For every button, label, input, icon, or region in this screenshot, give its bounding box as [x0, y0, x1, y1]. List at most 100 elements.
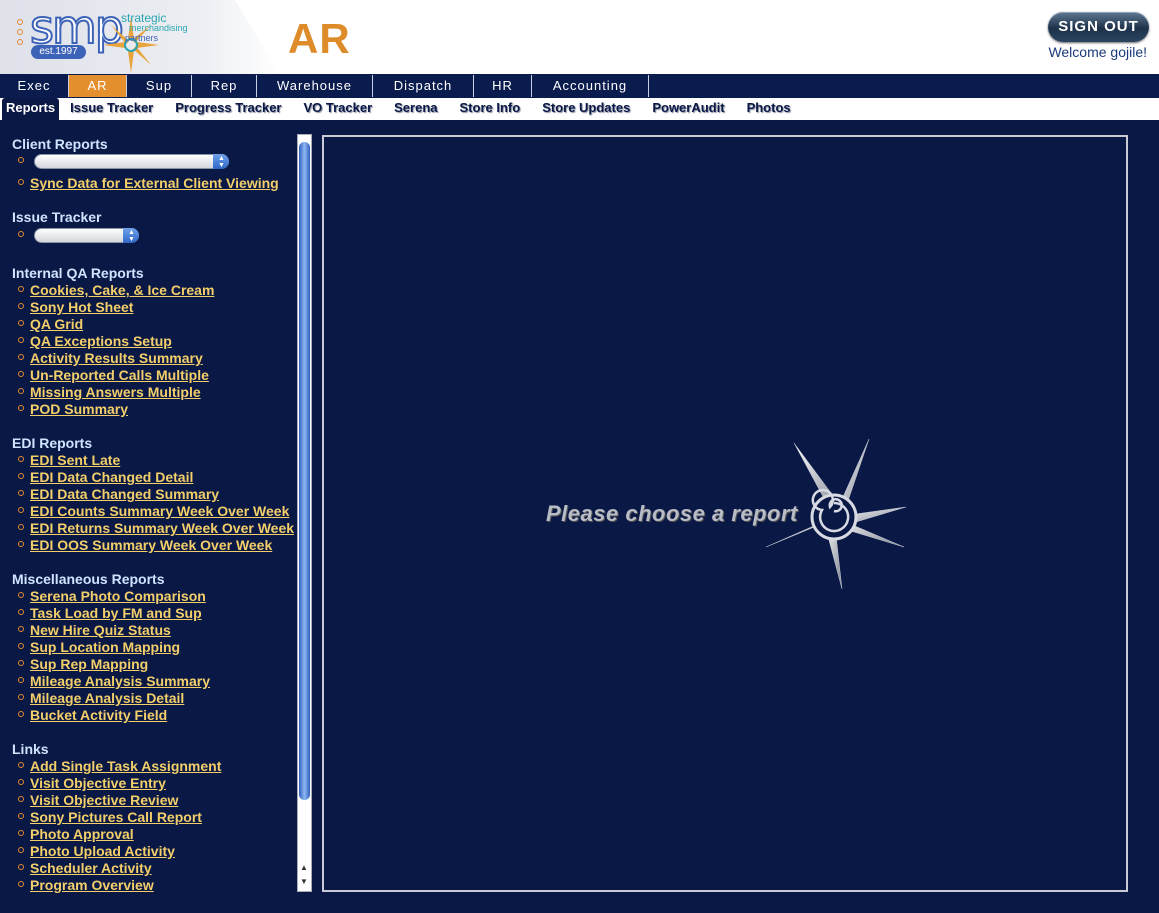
- tab-exec[interactable]: Exec: [0, 75, 69, 97]
- tab-warehouse[interactable]: Warehouse: [257, 75, 373, 97]
- subtab-progress-tracker[interactable]: Progress Tracker: [164, 98, 292, 120]
- sidebar-scrollbar[interactable]: ▲ ▼: [297, 134, 312, 892]
- subtab-issue-tracker[interactable]: Issue Tracker: [59, 98, 164, 120]
- bullet-icon: [18, 830, 24, 837]
- logo-line-3: partners: [125, 33, 159, 43]
- list-item: QA Exceptions Setup: [18, 333, 172, 350]
- bullet-icon: [18, 303, 24, 310]
- subtab-reports[interactable]: Reports: [2, 98, 60, 120]
- link-report[interactable]: POD Summary: [30, 401, 128, 417]
- tab-ar[interactable]: AR: [69, 75, 127, 97]
- link-report[interactable]: Un-Reported Calls Multiple: [30, 367, 209, 383]
- tab-sup[interactable]: Sup: [127, 75, 192, 97]
- bullet-icon: [18, 643, 24, 650]
- list-item: Scheduler Activity: [18, 860, 152, 877]
- link-report[interactable]: Task Load by FM and Sup: [30, 605, 202, 621]
- link-report[interactable]: Missing Answers Multiple: [30, 384, 201, 400]
- link-report[interactable]: EDI Sent Late: [30, 452, 120, 468]
- tab-accounting[interactable]: Accounting: [532, 75, 649, 97]
- section-title-misc-reports: Miscellaneous Reports: [12, 571, 165, 587]
- bullet-icon: [18, 711, 24, 718]
- link-report[interactable]: Sup Rep Mapping: [30, 656, 148, 672]
- select-arrows-icon: ▲ ▼: [123, 228, 140, 244]
- header: smp est.1997 strategic merchandising par…: [0, 0, 1159, 74]
- list-item: Program Overview: [18, 877, 154, 894]
- bullet-icon: [18, 626, 24, 633]
- link-report[interactable]: Bucket Activity Field: [30, 707, 167, 723]
- section-title-issue-tracker: Issue Tracker: [12, 209, 102, 225]
- list-item: Serena Photo Comparison: [18, 588, 206, 605]
- list-item: Sony Pictures Call Report: [18, 809, 202, 826]
- sign-out-button[interactable]: SIGN OUT: [1048, 12, 1149, 42]
- logo-line-1: strategic: [121, 11, 167, 25]
- link-sync-data[interactable]: Sync Data for External Client Viewing: [30, 175, 279, 191]
- bullet-icon: [18, 796, 24, 803]
- link-report[interactable]: Program Overview: [30, 877, 154, 893]
- scroll-down-arrow-icon[interactable]: ▼: [300, 877, 308, 886]
- issue-tracker-select[interactable]: ▲ ▼: [34, 228, 140, 244]
- link-report[interactable]: Mileage Analysis Detail: [30, 690, 184, 706]
- list-item: Missing Answers Multiple: [18, 384, 201, 401]
- link-report[interactable]: QA Grid: [30, 316, 83, 332]
- subtab-serena[interactable]: Serena: [383, 98, 448, 120]
- link-report[interactable]: Photo Upload Activity: [30, 843, 175, 859]
- section-title-edi-reports: EDI Reports: [12, 435, 93, 451]
- link-report[interactable]: Sony Hot Sheet: [30, 299, 133, 315]
- list-item: EDI Sent Late: [18, 452, 120, 469]
- link-report[interactable]: Serena Photo Comparison: [30, 588, 206, 604]
- bullet-icon: [18, 881, 24, 888]
- link-report[interactable]: EDI Returns Summary Week Over Week: [30, 520, 294, 536]
- choose-report-prompt: Please choose a report: [546, 501, 798, 526]
- link-report[interactable]: Cookies, Cake, & Ice Cream: [30, 282, 214, 298]
- link-report[interactable]: EDI Data Changed Summary: [30, 486, 219, 502]
- tab-hr[interactable]: HR: [474, 75, 532, 97]
- subtab-poweraudit[interactable]: PowerAudit: [641, 98, 735, 120]
- list-item: Cookies, Cake, & Ice Cream: [18, 282, 214, 299]
- scrollbar-thumb[interactable]: [299, 142, 310, 800]
- link-report[interactable]: EDI Data Changed Detail: [30, 469, 193, 485]
- bullet-icon: [18, 779, 24, 786]
- link-report[interactable]: Sup Location Mapping: [30, 639, 180, 655]
- list-item: QA Grid: [18, 316, 83, 333]
- link-report[interactable]: Visit Objective Review: [30, 792, 178, 808]
- primary-nav: Exec AR Sup Rep Warehouse Dispatch HR Ac…: [0, 74, 1159, 98]
- subtab-store-info[interactable]: Store Info: [449, 98, 532, 120]
- logo-line-2: merchandising: [129, 23, 188, 33]
- link-report[interactable]: EDI Counts Summary Week Over Week: [30, 503, 289, 519]
- list-item: EDI Data Changed Summary: [18, 486, 219, 503]
- link-report[interactable]: Add Single Task Assignment: [30, 758, 221, 774]
- tab-rep[interactable]: Rep: [192, 75, 257, 97]
- client-report-select[interactable]: ▲ ▼: [34, 154, 230, 170]
- scroll-up-arrow-icon[interactable]: ▲: [300, 863, 308, 872]
- bullet-icon: [18, 592, 24, 599]
- list-item: Add Single Task Assignment: [18, 758, 221, 775]
- tab-dispatch[interactable]: Dispatch: [373, 75, 474, 97]
- link-report[interactable]: Visit Objective Entry: [30, 775, 166, 791]
- bullet-icon: [18, 337, 24, 344]
- link-report[interactable]: Activity Results Summary: [30, 350, 203, 366]
- subtab-photos[interactable]: Photos: [736, 98, 802, 120]
- link-report[interactable]: Photo Approval: [30, 826, 134, 842]
- logo-wordmark: strategic merchandising partners: [121, 11, 188, 43]
- bullet-icon: [18, 677, 24, 684]
- link-report[interactable]: EDI OOS Summary Week Over Week: [30, 537, 272, 553]
- select-arrows-icon: ▲ ▼: [213, 154, 230, 170]
- link-report[interactable]: New Hire Quiz Status: [30, 622, 171, 638]
- list-item: New Hire Quiz Status: [18, 622, 171, 639]
- bullet-icon: [18, 864, 24, 871]
- subtab-store-updates[interactable]: Store Updates: [531, 98, 641, 120]
- bullet-icon: [18, 609, 24, 616]
- link-report[interactable]: Mileage Analysis Summary: [30, 673, 210, 689]
- report-frame: Please choose a report: [322, 135, 1128, 892]
- secondary-nav: Reports Issue Tracker Progress Tracker V…: [0, 98, 1159, 120]
- bullet-icon: [18, 524, 24, 531]
- subtab-vo-tracker[interactable]: VO Tracker: [292, 98, 383, 120]
- link-report[interactable]: Sony Pictures Call Report: [30, 809, 202, 825]
- link-report[interactable]: Scheduler Activity: [30, 860, 152, 876]
- list-item: Task Load by FM and Sup: [18, 605, 202, 622]
- list-item: Sup Rep Mapping: [18, 656, 148, 673]
- list-item: Photo Upload Activity: [18, 843, 175, 860]
- bullet-icon: [18, 231, 24, 238]
- logo-est-badge: est.1997: [31, 45, 86, 59]
- link-report[interactable]: QA Exceptions Setup: [30, 333, 172, 349]
